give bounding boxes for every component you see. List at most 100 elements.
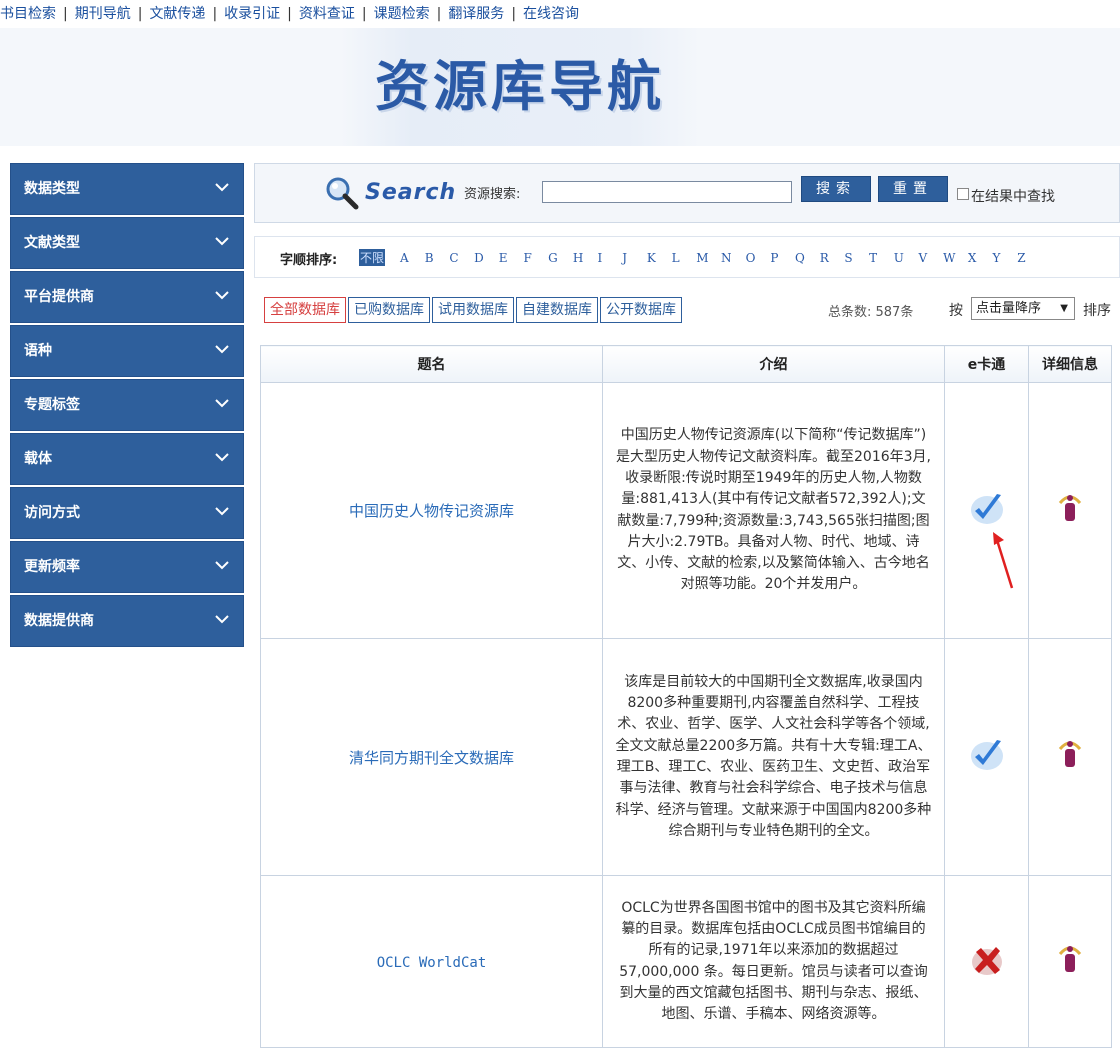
nav-link-data-verify[interactable]: 资料查证: [299, 6, 355, 22]
alpha-letter[interactable]: H: [573, 251, 598, 265]
alphabet-letter-list: 不限 A B C D E F G H I J K L M N O P Q R S T U V W X Y Z: [359, 249, 1042, 266]
alpha-letter[interactable]: S: [844, 251, 869, 265]
nav-separator: |: [287, 6, 292, 22]
alpha-letter[interactable]: J: [622, 251, 647, 265]
sidebar-item-label: 专题标签: [24, 397, 80, 413]
database-table: 题名 介绍 e卡通 详细信息 中国历史人物传记资源库 中国历史人物传记资源库(以…: [260, 345, 1112, 1048]
chevron-down-icon: [215, 453, 229, 462]
database-category-tabs: 全部数据库 已购数据库 试用数据库 自建数据库 公开数据库: [264, 297, 684, 323]
alpha-letter[interactable]: Q: [795, 251, 820, 265]
alpha-letter[interactable]: I: [598, 251, 623, 265]
search-within-results-checkbox[interactable]: [957, 188, 969, 200]
column-header-intro: 介绍: [602, 345, 945, 383]
sidebar-item-language[interactable]: 语种: [10, 325, 244, 377]
column-header-ecard: e卡通: [944, 345, 1029, 383]
chevron-down-icon: [215, 237, 229, 246]
database-intro-cell: 中国历史人物传记资源库(以下简称“传记数据库”)是大型历史人物传记文献资料库。截…: [602, 382, 945, 639]
database-name-cell: 清华同方期刊全文数据库: [260, 638, 603, 876]
nav-link-topic-search[interactable]: 课题检索: [374, 6, 430, 22]
sort-prefix-label: 按: [949, 303, 963, 319]
table-row: 清华同方期刊全文数据库 该库是目前较大的中国期刊全文数据库,收录国内8200多种…: [260, 638, 1112, 876]
sidebar-item-data-type[interactable]: 数据类型: [10, 163, 244, 215]
alpha-letter[interactable]: M: [696, 251, 721, 265]
tab-all-databases[interactable]: 全部数据库: [264, 297, 346, 323]
alpha-letter[interactable]: A: [400, 251, 425, 265]
database-intro-cell: 该库是目前较大的中国期刊全文数据库,收录国内8200多种重要期刊,内容覆盖自然科…: [602, 638, 945, 876]
alpha-letter[interactable]: W: [943, 251, 968, 265]
alpha-letter[interactable]: X: [968, 251, 993, 265]
alphabet-filter-label: 字顺排序:: [280, 253, 338, 268]
sidebar-item-label: 载体: [24, 451, 52, 467]
tab-trial-databases[interactable]: 试用数据库: [432, 297, 514, 323]
alpha-letter[interactable]: B: [425, 251, 450, 265]
sidebar-item-label: 访问方式: [24, 505, 80, 521]
alpha-letter[interactable]: D: [474, 251, 499, 265]
search-input[interactable]: [542, 181, 792, 203]
total-count: 总条数: 587条: [828, 305, 914, 320]
nav-separator: |: [212, 6, 218, 22]
search-within-results-label: 在结果中查找: [971, 189, 1055, 205]
check-icon[interactable]: [967, 735, 1007, 775]
nav-link-citation[interactable]: 收录引证: [224, 6, 280, 22]
sort-order-select[interactable]: 点击量降序 ▼: [971, 297, 1075, 320]
sidebar-item-access-method[interactable]: 访问方式: [10, 487, 244, 539]
sidebar-item-label: 文献类型: [24, 235, 80, 251]
check-icon[interactable]: [967, 489, 1007, 529]
ecard-cell: [944, 875, 1029, 1048]
nav-separator: |: [511, 6, 517, 22]
database-name-link[interactable]: OCLC WorldCat: [377, 955, 487, 971]
info-icon[interactable]: [1050, 940, 1090, 980]
tab-self-built-databases[interactable]: 自建数据库: [516, 297, 598, 323]
reset-button[interactable]: 重置: [878, 176, 948, 202]
sidebar-item-data-provider[interactable]: 数据提供商: [10, 595, 244, 647]
nav-separator: |: [436, 6, 442, 22]
table-row: 中国历史人物传记资源库 中国历史人物传记资源库(以下简称“传记数据库”)是大型历…: [260, 382, 1112, 639]
nav-link-online-consult[interactable]: 在线咨询: [523, 6, 579, 22]
tab-purchased-databases[interactable]: 已购数据库: [348, 297, 430, 323]
annotation-arrow-icon: [993, 532, 1014, 589]
alpha-all-link[interactable]: 不限: [359, 249, 386, 266]
cross-icon[interactable]: [967, 940, 1007, 980]
nav-link-document-delivery[interactable]: 文献传递: [149, 6, 205, 22]
tab-public-databases[interactable]: 公开数据库: [600, 297, 682, 323]
alpha-letter[interactable]: R: [820, 251, 845, 265]
sidebar-item-label: 数据类型: [24, 181, 80, 197]
chevron-down-icon: [215, 183, 229, 192]
alpha-letter[interactable]: L: [672, 251, 697, 265]
alpha-letter[interactable]: K: [647, 251, 672, 265]
database-name-link[interactable]: 清华同方期刊全文数据库: [349, 749, 514, 767]
database-name-link[interactable]: 中国历史人物传记资源库: [349, 502, 514, 520]
sidebar-item-document-type[interactable]: 文献类型: [10, 217, 244, 269]
sidebar-item-update-frequency[interactable]: 更新频率: [10, 541, 244, 593]
sort-order-value: 点击量降序: [976, 301, 1042, 316]
alpha-letter[interactable]: V: [918, 251, 943, 265]
alpha-letter[interactable]: U: [894, 251, 919, 265]
alpha-letter[interactable]: O: [746, 251, 771, 265]
alpha-letter[interactable]: E: [499, 251, 524, 265]
info-icon[interactable]: [1050, 735, 1090, 775]
magnifier-icon: [326, 177, 359, 210]
ecard-cell: [944, 382, 1029, 639]
search-logo-text: Search: [365, 180, 457, 205]
alpha-letter[interactable]: T: [869, 251, 894, 265]
alpha-letter[interactable]: G: [548, 251, 573, 265]
info-icon[interactable]: [1050, 489, 1090, 529]
nav-link-journal-nav[interactable]: 期刊导航: [75, 6, 131, 22]
sidebar-item-label: 语种: [24, 343, 52, 359]
search-button[interactable]: 搜索: [801, 176, 871, 202]
alpha-letter[interactable]: Z: [1017, 251, 1042, 265]
sidebar: 数据类型 文献类型 平台提供商 语种 专题标签 载体 访问方式 更新频率 数据提…: [10, 163, 244, 649]
sidebar-item-carrier[interactable]: 载体: [10, 433, 244, 485]
database-name-cell: OCLC WorldCat: [260, 875, 603, 1048]
alpha-letter[interactable]: C: [449, 251, 474, 265]
chevron-down-icon: [215, 345, 229, 354]
alpha-letter[interactable]: F: [523, 251, 548, 265]
alpha-letter[interactable]: Y: [993, 251, 1018, 265]
sidebar-item-platform-provider[interactable]: 平台提供商: [10, 271, 244, 323]
sidebar-item-topic-tag[interactable]: 专题标签: [10, 379, 244, 431]
nav-link-translation[interactable]: 翻译服务: [448, 6, 504, 22]
nav-link-catalog-search[interactable]: 书目检索: [0, 6, 56, 22]
alpha-letter[interactable]: P: [770, 251, 795, 265]
search-label: 资源搜索:: [464, 187, 521, 202]
alpha-letter[interactable]: N: [721, 251, 746, 265]
